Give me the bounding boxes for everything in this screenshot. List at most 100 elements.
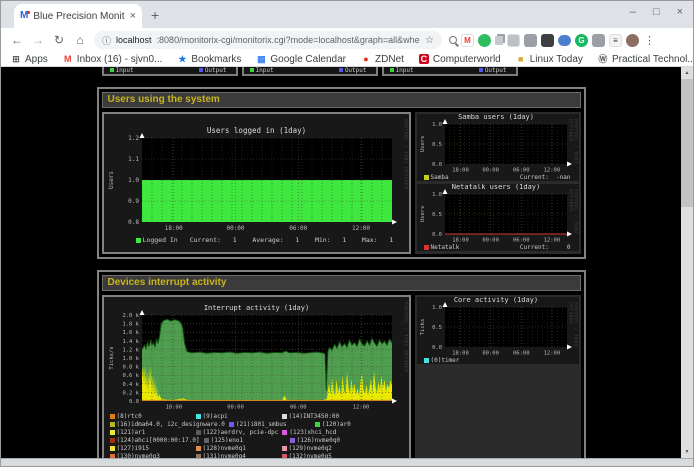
bookmark-icon: C [419, 54, 429, 64]
samba-users-graph[interactable]: 1.00.50.018:0000:0006:0012:00Samba users… [417, 114, 575, 174]
input-legend-swatch [390, 68, 394, 72]
input-legend-label: Input [256, 67, 274, 74]
network-graph-panel[interactable]: Input Output [242, 67, 378, 76]
forward-button[interactable]: → [31, 33, 45, 47]
rrdtool-watermark: RRDTOOL / TOBI OETIKER [403, 119, 408, 190]
svg-text:Ticks/s: Ticks/s [109, 346, 115, 369]
profile-avatar[interactable] [626, 34, 639, 47]
pocket-icon[interactable] [558, 35, 571, 46]
bookmark-zdnet[interactable]: ● ZDNet [361, 54, 404, 65]
screenshot-icon[interactable] [507, 34, 520, 47]
bookmark-gmail-inbox[interactable]: M Inbox (16) - sjvn0... [63, 54, 163, 65]
svg-text:0.5: 0.5 [432, 212, 442, 218]
tab-strip: M Blue Precision Monitorix × + – □ × [1, 1, 693, 28]
scrollbar-thumb[interactable] [681, 79, 693, 207]
core-activity-graph[interactable]: 1.00.50.018:0000:0006:0012:00Core activi… [417, 297, 575, 357]
tab-close-icon[interactable]: × [130, 10, 136, 22]
svg-text:0.5: 0.5 [432, 142, 442, 148]
copy-icon[interactable] [495, 36, 503, 45]
svg-text:Netatalk users (1day): Netatalk users (1day) [451, 184, 540, 191]
svg-text:00:00: 00:00 [482, 351, 499, 357]
address-bar[interactable]: ⓘ localhost :8080/monitorix-cgi/monitori… [94, 31, 442, 49]
svg-text:1.0: 1.0 [128, 177, 139, 184]
reload-button[interactable]: ↻ [52, 33, 66, 47]
bookmark-computerworld[interactable]: C Computerworld [419, 54, 501, 65]
legend-label: (21)i801_smbus [236, 421, 287, 428]
legend-label: (125)eno1 [211, 437, 244, 444]
section-users: Users using the system 1.21.11.00.90.818… [97, 87, 586, 259]
legend-swatch [110, 446, 115, 451]
bookmark-bookmarks[interactable]: ★ Bookmarks [177, 54, 241, 65]
page-scrollbar[interactable]: ▲ ▼ [681, 67, 693, 458]
evernote-icon[interactable] [478, 34, 491, 47]
svg-text:Interrupt activity (1day): Interrupt activity (1day) [203, 304, 308, 312]
svg-text:0.5: 0.5 [432, 325, 442, 331]
maximize-button[interactable]: □ [653, 6, 660, 18]
legend-swatch [282, 454, 287, 458]
legend-item: (125)eno1 [204, 437, 286, 444]
legend-item: (124)ahci[0000:00:17.0] [110, 437, 200, 444]
svg-text:06:00: 06:00 [289, 225, 307, 232]
svg-text:0.9: 0.9 [128, 198, 139, 205]
legend-label: (126)nvme0q0 [297, 437, 340, 444]
scrollbar-down-arrow[interactable]: ▼ [685, 446, 690, 458]
bookmark-icon: ● [361, 54, 371, 64]
legend-swatch [110, 454, 115, 458]
interrupt-activity-panel: 2.0 k1.8 k1.6 k1.4 k1.2 k1.0 k0.8 k0.6 k… [102, 295, 411, 458]
extensions-puzzle-icon[interactable] [592, 34, 605, 47]
network-graph-panel[interactable]: Input Output [382, 67, 518, 76]
bookmark-star-icon[interactable]: ☆ [425, 35, 434, 46]
bookmark-linux-today[interactable]: ■ Linux Today [516, 54, 583, 65]
svg-text:0.0: 0.0 [129, 399, 139, 405]
svg-text:1.4 k: 1.4 k [122, 339, 139, 345]
grammarly-icon[interactable]: G [575, 34, 588, 47]
dark-square-icon[interactable] [541, 34, 554, 47]
output-legend-label: Output [205, 67, 227, 74]
legend-swatch [315, 422, 320, 427]
close-button[interactable]: × [677, 6, 683, 18]
menu-icon[interactable]: ⋮ [643, 34, 656, 47]
network-graph-panel[interactable]: Input Output [102, 67, 238, 76]
legend-swatch [282, 430, 287, 435]
legend-item: (128)nvme0q1 [196, 445, 278, 452]
home-button[interactable]: ⌂ [73, 33, 87, 47]
core-graph-legend: (0)timer [417, 357, 579, 364]
bookmark-google-calendar[interactable]: ▦ Google Calendar [256, 54, 346, 65]
netatalk-users-graph[interactable]: 1.00.50.018:0000:0006:0012:00Netatalk us… [417, 184, 575, 244]
bookmark-label: Computerworld [433, 54, 501, 65]
tampermonkey-icon[interactable]: ≡ [609, 34, 622, 47]
legend-label: (132)nvme0q5 [289, 453, 332, 458]
legend-label: (121)ar1 [117, 429, 146, 436]
scrollbar-up-arrow[interactable]: ▲ [685, 67, 690, 79]
bookmark-label: Bookmarks [191, 54, 241, 65]
users-logged-in-graph[interactable]: 1.21.11.00.90.818:0000:0006:0012:00Users… [106, 116, 407, 234]
browser-tab[interactable]: M Blue Precision Monitorix × [14, 4, 142, 28]
gmail-icon[interactable]: M [461, 34, 474, 47]
bookmark-label: Google Calendar [270, 54, 346, 65]
input-legend-label: Input [116, 67, 134, 74]
bookmark-practical-technology[interactable]: Ⓦ Practical Technol... [598, 54, 694, 65]
input-legend-swatch [250, 68, 254, 72]
svg-text:06:00: 06:00 [512, 238, 529, 244]
bookmark-icon: ▦ [256, 54, 266, 64]
minimize-button[interactable]: – [630, 6, 636, 18]
svg-text:Ticks: Ticks [420, 319, 426, 336]
search-icon[interactable] [449, 36, 457, 44]
back-button[interactable]: ← [10, 33, 24, 47]
site-info-icon[interactable]: ⓘ [102, 34, 111, 47]
svg-text:12:00: 12:00 [352, 405, 369, 411]
users-side-panel: 1.00.50.018:0000:0006:0012:00Samba users… [415, 112, 581, 254]
interrupt-activity-graph[interactable]: 2.0 k1.8 k1.6 k1.4 k1.2 k1.0 k0.8 k0.6 k… [106, 299, 407, 411]
legend-label: Netatalk [431, 244, 460, 251]
new-tab-button[interactable]: + [151, 7, 159, 23]
svg-text:Users: Users [420, 136, 426, 153]
cast-icon[interactable] [524, 34, 537, 47]
svg-text:06:00: 06:00 [512, 168, 529, 174]
svg-text:12:00: 12:00 [543, 351, 560, 357]
bookmark-apps[interactable]: ⊞ Apps [11, 54, 48, 65]
svg-text:1.0: 1.0 [432, 122, 442, 128]
svg-text:0.6 k: 0.6 k [122, 373, 139, 379]
legend-swatch [110, 422, 115, 427]
legend-swatch [282, 446, 287, 451]
svg-text:1.8 k: 1.8 k [122, 322, 139, 328]
